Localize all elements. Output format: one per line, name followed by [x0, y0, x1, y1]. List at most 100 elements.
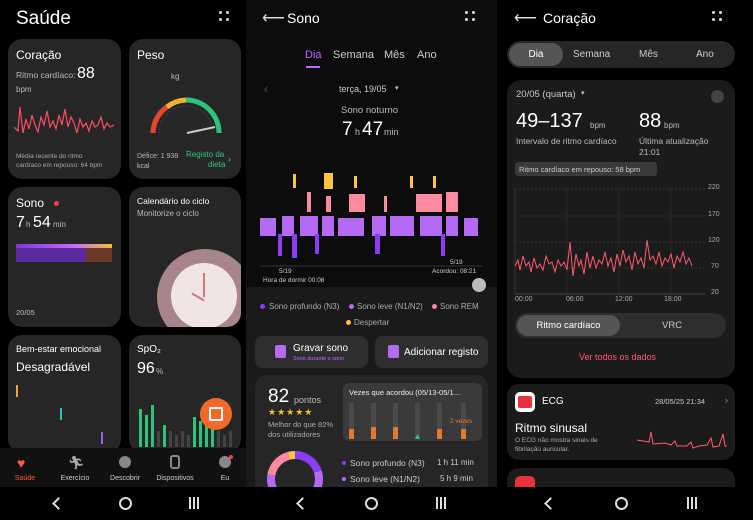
- mood-mark: [101, 432, 103, 444]
- legend-dot-light: [349, 304, 354, 309]
- diet-log-link[interactable]: Registo da: [186, 150, 224, 159]
- light-sleep-value: 5 h 9 min: [440, 474, 473, 483]
- back-nav-icon[interactable]: [50, 495, 66, 511]
- diet-log-link-2[interactable]: dieta: [208, 160, 225, 169]
- card-title: Calendário do ciclo: [137, 196, 210, 206]
- heart-rate-toggle[interactable]: Ritmo cardíaco: [517, 315, 620, 336]
- tab-year[interactable]: Ano: [417, 49, 437, 61]
- date-selector[interactable]: terça, 19/05: [339, 84, 387, 94]
- bottom-tab-bar: ♥ Saúde 🏃︎ Exercício Descobrir Dispositi…: [0, 448, 246, 488]
- sleep-stage-bar: [16, 244, 112, 262]
- percentile-line-2: dos utilizadores: [268, 430, 321, 439]
- recents-nav-icon[interactable]: [433, 495, 449, 511]
- legend-dot-rem: [432, 304, 437, 309]
- wake-date: 5/19: [450, 259, 463, 266]
- back-nav-icon[interactable]: [294, 495, 310, 511]
- view-all-data-link[interactable]: Ver todos os dados: [579, 352, 656, 362]
- heart-card[interactable]: Coração Ritmo cardíaco: 88 bpm Média rec…: [8, 39, 121, 179]
- record-sleep-label: Gravar sono: [293, 343, 349, 354]
- heart-screen: ⟵ Coração Dia Semana Mês Ano 20/05 (quar…: [497, 0, 753, 520]
- more-menu-icon[interactable]: [465, 11, 477, 23]
- period-segmented-control: Dia Semana Mês Ano: [507, 41, 735, 68]
- tab-day[interactable]: Dia: [509, 43, 563, 66]
- recents-nav-icon[interactable]: [186, 495, 202, 511]
- date-selector[interactable]: 20/05 (quarta): [516, 89, 576, 100]
- wake-count-title: Vezes que acordou (05/13-05/1...: [349, 388, 460, 397]
- sleep-minutes: 47: [362, 119, 384, 140]
- back-arrow-icon[interactable]: ⟵: [514, 8, 537, 28]
- sleep-hours: 7: [342, 119, 353, 140]
- sleep-score: 82: [268, 386, 290, 407]
- legend-dot-awake: [346, 320, 351, 325]
- percentile-line-1: Melhor do que 82%: [268, 420, 334, 429]
- tab-day[interactable]: Dia: [305, 49, 322, 61]
- sleep-card[interactable]: Sono 7 h 54 min 20/05: [8, 187, 121, 327]
- y-tick: 220: [708, 184, 720, 191]
- add-note-icon: [388, 345, 399, 358]
- add-note-fab[interactable]: [200, 398, 232, 430]
- tab-label: Dispositivos: [156, 475, 194, 482]
- wake-count-box: Vezes que acordou (05/13-05/1... 2 vezes: [343, 383, 482, 441]
- sleep-minutes: 54: [33, 214, 51, 231]
- ecg-card[interactable]: ECG 28/05/25 21:34 › Ritmo sinusal O ECG…: [507, 384, 735, 460]
- hr-range-value: 49–137: [516, 110, 583, 132]
- tab-descobrir[interactable]: Descobrir: [103, 452, 147, 486]
- more-menu-icon[interactable]: [219, 11, 231, 23]
- last-update-label: Última atualização: [639, 136, 709, 146]
- legend-dot-deep: [260, 304, 265, 309]
- chevron-right-icon: ›: [228, 154, 231, 164]
- record-sleep-sub: Sono durante o sono: [293, 356, 345, 362]
- hr-range-unit: bpm: [590, 121, 606, 130]
- card-title: Sono: [16, 196, 45, 210]
- tab-eu[interactable]: Eu: [206, 452, 244, 486]
- home-nav-icon[interactable]: [613, 495, 629, 511]
- x-tick: 00:00: [515, 296, 533, 303]
- weight-gauge: [150, 97, 222, 134]
- emotional-wellbeing-card[interactable]: Bem-estar emocional Desagradável: [8, 335, 121, 453]
- y-tick: 120: [708, 237, 720, 244]
- mood-value: Desagradável: [16, 360, 91, 374]
- x-tick: 12:00: [615, 296, 633, 303]
- weight-card[interactable]: Peso kg Défice: 1 938 kcal Registo da di…: [129, 39, 241, 179]
- sleep-date: 20/05: [16, 308, 35, 317]
- notification-dot: [229, 455, 233, 459]
- tab-month[interactable]: Mês: [384, 49, 405, 61]
- back-nav-icon[interactable]: [542, 495, 558, 511]
- sleep-label: Sono noturno: [341, 105, 399, 116]
- clock-illustration: [157, 249, 241, 327]
- last-hr-value: 88: [639, 110, 662, 132]
- home-nav-icon[interactable]: [117, 495, 133, 511]
- spo2-card[interactable]: SpO₂ 96 %: [129, 335, 241, 453]
- tab-week[interactable]: Semana: [573, 49, 610, 60]
- cycle-calendar-card[interactable]: Calendário do ciclo Monitorize o ciclo: [129, 187, 241, 327]
- tab-saude[interactable]: ♥ Saúde: [5, 452, 45, 486]
- deep-sleep-value: 1 h 11 min: [437, 458, 474, 467]
- expand-icon[interactable]: [711, 90, 724, 103]
- add-record-button[interactable]: Adicionar registo: [375, 336, 488, 368]
- tab-label: Eu: [220, 475, 230, 482]
- heart-rate-sparkline: [14, 106, 115, 135]
- tab-dispositivos[interactable]: Dispositivos: [152, 452, 198, 486]
- hrv-toggle[interactable]: VRC: [662, 320, 682, 331]
- spo2-unit: %: [156, 367, 164, 376]
- heart-rate-label: Ritmo cardíaco:: [16, 70, 76, 80]
- sleep-stage-chart: [260, 168, 482, 268]
- chevron-down-icon: ▾: [395, 85, 399, 92]
- recents-nav-icon[interactable]: [684, 495, 700, 511]
- card-title: Coração: [16, 48, 62, 62]
- globe-icon: [119, 456, 131, 468]
- card-subtitle: Monitorize o ciclo: [137, 209, 199, 218]
- back-arrow-icon[interactable]: ⟵: [262, 8, 285, 28]
- tab-exercicio[interactable]: 🏃︎ Exercício: [55, 452, 95, 486]
- previous-day-icon[interactable]: ‹: [264, 82, 268, 96]
- tab-year[interactable]: Ano: [696, 49, 714, 60]
- scrub-handle[interactable]: [472, 278, 486, 292]
- record-sleep-button[interactable]: Gravar sono Sono durante o sono: [255, 336, 368, 368]
- card-title: Bem-estar emocional: [16, 344, 102, 354]
- sleep-minutes-unit: min: [53, 220, 66, 229]
- tab-month[interactable]: Mês: [639, 49, 658, 60]
- tab-week[interactable]: Semana: [333, 49, 374, 61]
- more-menu-icon[interactable]: [712, 11, 724, 23]
- home-nav-icon[interactable]: [363, 495, 379, 511]
- row-dot: [342, 461, 346, 465]
